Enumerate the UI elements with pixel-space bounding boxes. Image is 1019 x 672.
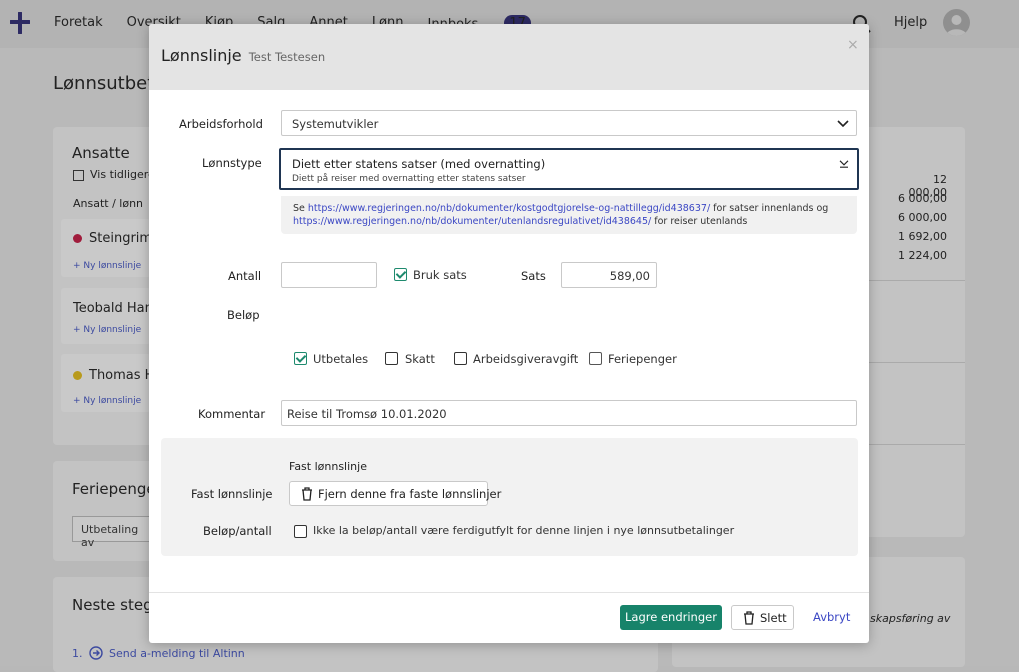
delete-button[interactable]: Slett (731, 605, 794, 630)
amount-label: Beløp (227, 308, 260, 322)
domestic-rates-link[interactable]: https://www.regjeringen.no/nb/dokumenter… (308, 203, 710, 214)
amount-value: 1 692,00 (898, 230, 947, 243)
employer-tax-checkbox[interactable] (454, 352, 467, 365)
amount-quantity-label: Beløp/antall (203, 524, 272, 538)
holiday-pay-checkbox[interactable] (589, 352, 602, 365)
tax-label: Skatt (405, 352, 435, 366)
hint-prefix: Se (293, 203, 305, 214)
pay-out-checkbox[interactable] (294, 352, 307, 365)
side-note-text: skapsføring av (870, 612, 951, 625)
status-dot (73, 234, 82, 243)
new-pay-line-link[interactable]: + Ny lønnslinje (73, 261, 141, 271)
comment-input[interactable]: Reise til Tromsø 10.01.2020 (281, 400, 857, 426)
hint-middle: for satser innenlands og (713, 203, 829, 214)
chevron-down-icon (837, 120, 849, 128)
employee-name: Teobald Hans (73, 301, 160, 316)
delete-button-label: Slett (760, 611, 787, 625)
amount-value: 6 000,00 (898, 192, 947, 205)
hint-line-1: Se https://www.regjeringen.no/nb/dokumen… (293, 203, 828, 214)
show-previous-label: Vis tidligere (90, 168, 155, 181)
remove-fixed-line-label: Fjern denne fra faste lønnslinjer (318, 487, 502, 501)
quantity-label: Antall (228, 269, 262, 283)
remove-fixed-line-button[interactable]: Fjern denne fra faste lønnslinjer (289, 481, 501, 506)
hint-line-2: https://www.regjeringen.no/nb/dokumenter… (293, 216, 747, 227)
employment-select-value: Systemutvikler (292, 117, 379, 131)
close-icon[interactable]: × (847, 38, 859, 52)
user-avatar-icon[interactable] (943, 9, 970, 36)
dialog-footer-divider (149, 592, 869, 593)
trash-icon (744, 611, 754, 625)
use-rate-checkbox[interactable] (394, 268, 407, 281)
pay-type-select[interactable]: Diett etter statens satser (med overnatt… (279, 148, 859, 190)
next-step-number: 1. (72, 647, 83, 660)
employee-card[interactable]: Steingrim + Ny lønnslinje (61, 219, 153, 277)
dialog-title-text: Lønnslinje (161, 46, 242, 65)
pay-line-dialog: Lønnslinje Test Testesen × Arbeidsforhol… (149, 24, 869, 643)
employee-name-subtitle: Test Testesen (248, 50, 326, 64)
show-previous-checkbox[interactable] (73, 170, 84, 181)
employees-card-title: Ansatte (72, 144, 130, 162)
amount-value: 6 000,00 (898, 211, 947, 224)
holiday-pay-select[interactable]: Utbetaling av (72, 516, 154, 549)
pay-type-hint: Se https://www.regjeringen.no/nb/dokumen… (281, 196, 857, 234)
pay-type-description: Diett på reiser med overnatting etter st… (292, 174, 526, 184)
pay-type-label: Lønnstype (202, 156, 262, 170)
employee-name: Thomas H (89, 368, 155, 383)
fixed-pay-line-label: Fast lønnslinje (191, 487, 273, 501)
rate-label: Sats (521, 269, 546, 283)
employee-name: Steingrim (89, 231, 153, 246)
holiday-pay-label: Feriepenger (608, 352, 677, 366)
status-dot (73, 371, 82, 380)
next-steps-title: Neste steg (72, 596, 153, 614)
employment-select[interactable]: Systemutvikler (281, 110, 857, 136)
no-prefill-checkbox[interactable] (294, 525, 307, 538)
arrow-right-circle-icon (89, 646, 103, 660)
send-a-melding-link[interactable]: Send a-melding til Altinn (109, 647, 245, 660)
no-prefill-label: Ikke la beløp/antall være ferdigutfylt f… (313, 524, 735, 537)
logo-icon[interactable] (10, 12, 30, 34)
new-pay-line-link[interactable]: + Ny lønnslinje (73, 396, 141, 406)
pay-out-label: Utbetales (313, 352, 369, 366)
page-title: Lønnsutbet (53, 73, 155, 94)
help-link[interactable]: Hjelp (894, 15, 927, 30)
employer-tax-label: Arbeidsgiveravgift (473, 352, 579, 366)
foreign-rates-link[interactable]: https://www.regjeringen.no/nb/dokumenter… (293, 216, 651, 227)
chevron-down-icon (839, 160, 849, 168)
use-rate-label: Bruk sats (413, 268, 467, 282)
quantity-input[interactable] (281, 262, 377, 288)
fixed-pay-line-heading: Fast lønnslinje (289, 460, 367, 473)
comment-label: Kommentar (198, 407, 266, 421)
hint-suffix: for reiser utenlands (654, 216, 748, 227)
cancel-link[interactable]: Avbryt (813, 610, 850, 624)
employees-column-header: Ansatt / lønn (73, 197, 144, 210)
dialog-header: Lønnslinje Test Testesen × (149, 24, 869, 90)
save-changes-button[interactable]: Lagre endringer (620, 605, 722, 630)
amount-value: 1 224,00 (898, 249, 947, 262)
trash-icon (302, 487, 312, 501)
rate-input[interactable]: 589,00 (561, 262, 657, 288)
employee-card[interactable]: Thomas H + Ny lønnslinje (61, 354, 155, 412)
nav-item-foretak[interactable]: Foretak (54, 15, 103, 32)
dialog-title: Lønnslinje Test Testesen (161, 46, 325, 65)
tax-checkbox[interactable] (385, 352, 398, 365)
new-pay-line-link[interactable]: + Ny lønnslinje (73, 325, 141, 335)
pay-type-select-value: Diett etter statens satser (med overnatt… (292, 157, 546, 171)
holiday-pay-title: Feriepenge (72, 480, 156, 498)
fixed-pay-line-section: Fast lønnslinje Fast lønnslinje Fjern de… (161, 438, 858, 556)
employment-label: Arbeidsforhold (179, 117, 263, 131)
employee-card[interactable]: Teobald Hans + Ny lønnslinje (61, 288, 160, 344)
